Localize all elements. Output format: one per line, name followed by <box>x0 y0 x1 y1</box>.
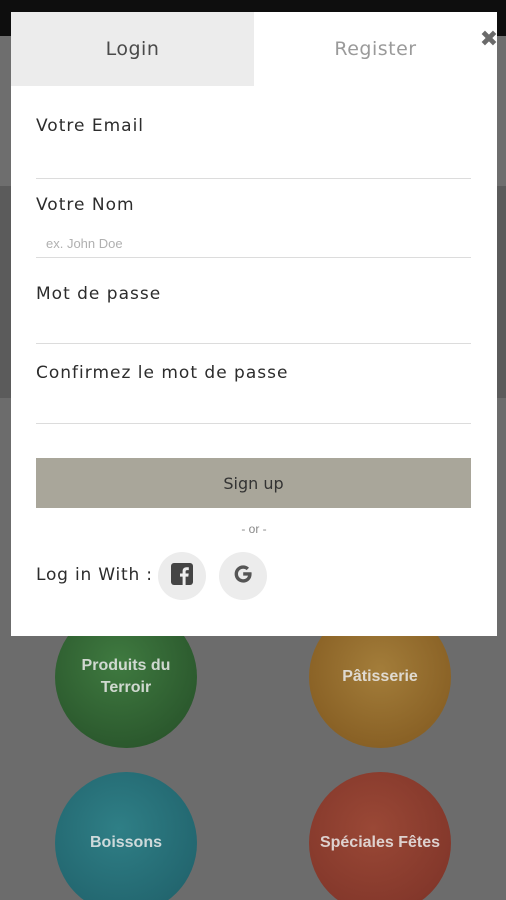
facebook-icon <box>171 563 193 589</box>
password-label: Mot de passe <box>36 284 162 304</box>
email-input[interactable] <box>36 151 471 179</box>
register-modal: Login Register Votre Email Votre Nom Mot… <box>11 12 500 636</box>
or-divider: - or - <box>241 522 267 536</box>
tab-login-label: Login <box>105 38 160 60</box>
tab-login[interactable]: Login <box>11 12 254 86</box>
category-label: Spéciales Fêtes <box>319 834 441 851</box>
password-input[interactable] <box>36 316 471 344</box>
google-login-button[interactable] <box>219 552 267 600</box>
email-label: Votre Email <box>36 116 145 136</box>
name-input[interactable] <box>36 230 471 258</box>
google-icon <box>232 563 254 589</box>
category-label: Pâtisserie <box>342 668 418 685</box>
name-label: Votre Nom <box>36 195 135 215</box>
category-label: Produits du Terroir <box>81 657 171 696</box>
facebook-login-button[interactable] <box>158 552 206 600</box>
tab-register[interactable]: Register <box>254 12 497 86</box>
signup-button[interactable]: Sign up <box>36 458 471 508</box>
confirm-password-label: Confirmez le mot de passe <box>36 363 289 383</box>
auth-tabs: Login Register <box>11 12 497 86</box>
category-label: Boissons <box>89 834 162 851</box>
close-icon[interactable]: ✖ <box>478 29 500 51</box>
confirm-password-input[interactable] <box>36 396 471 424</box>
login-with-label: Log in With : <box>36 565 153 585</box>
tab-register-label: Register <box>334 38 417 60</box>
signup-button-label: Sign up <box>223 473 284 493</box>
